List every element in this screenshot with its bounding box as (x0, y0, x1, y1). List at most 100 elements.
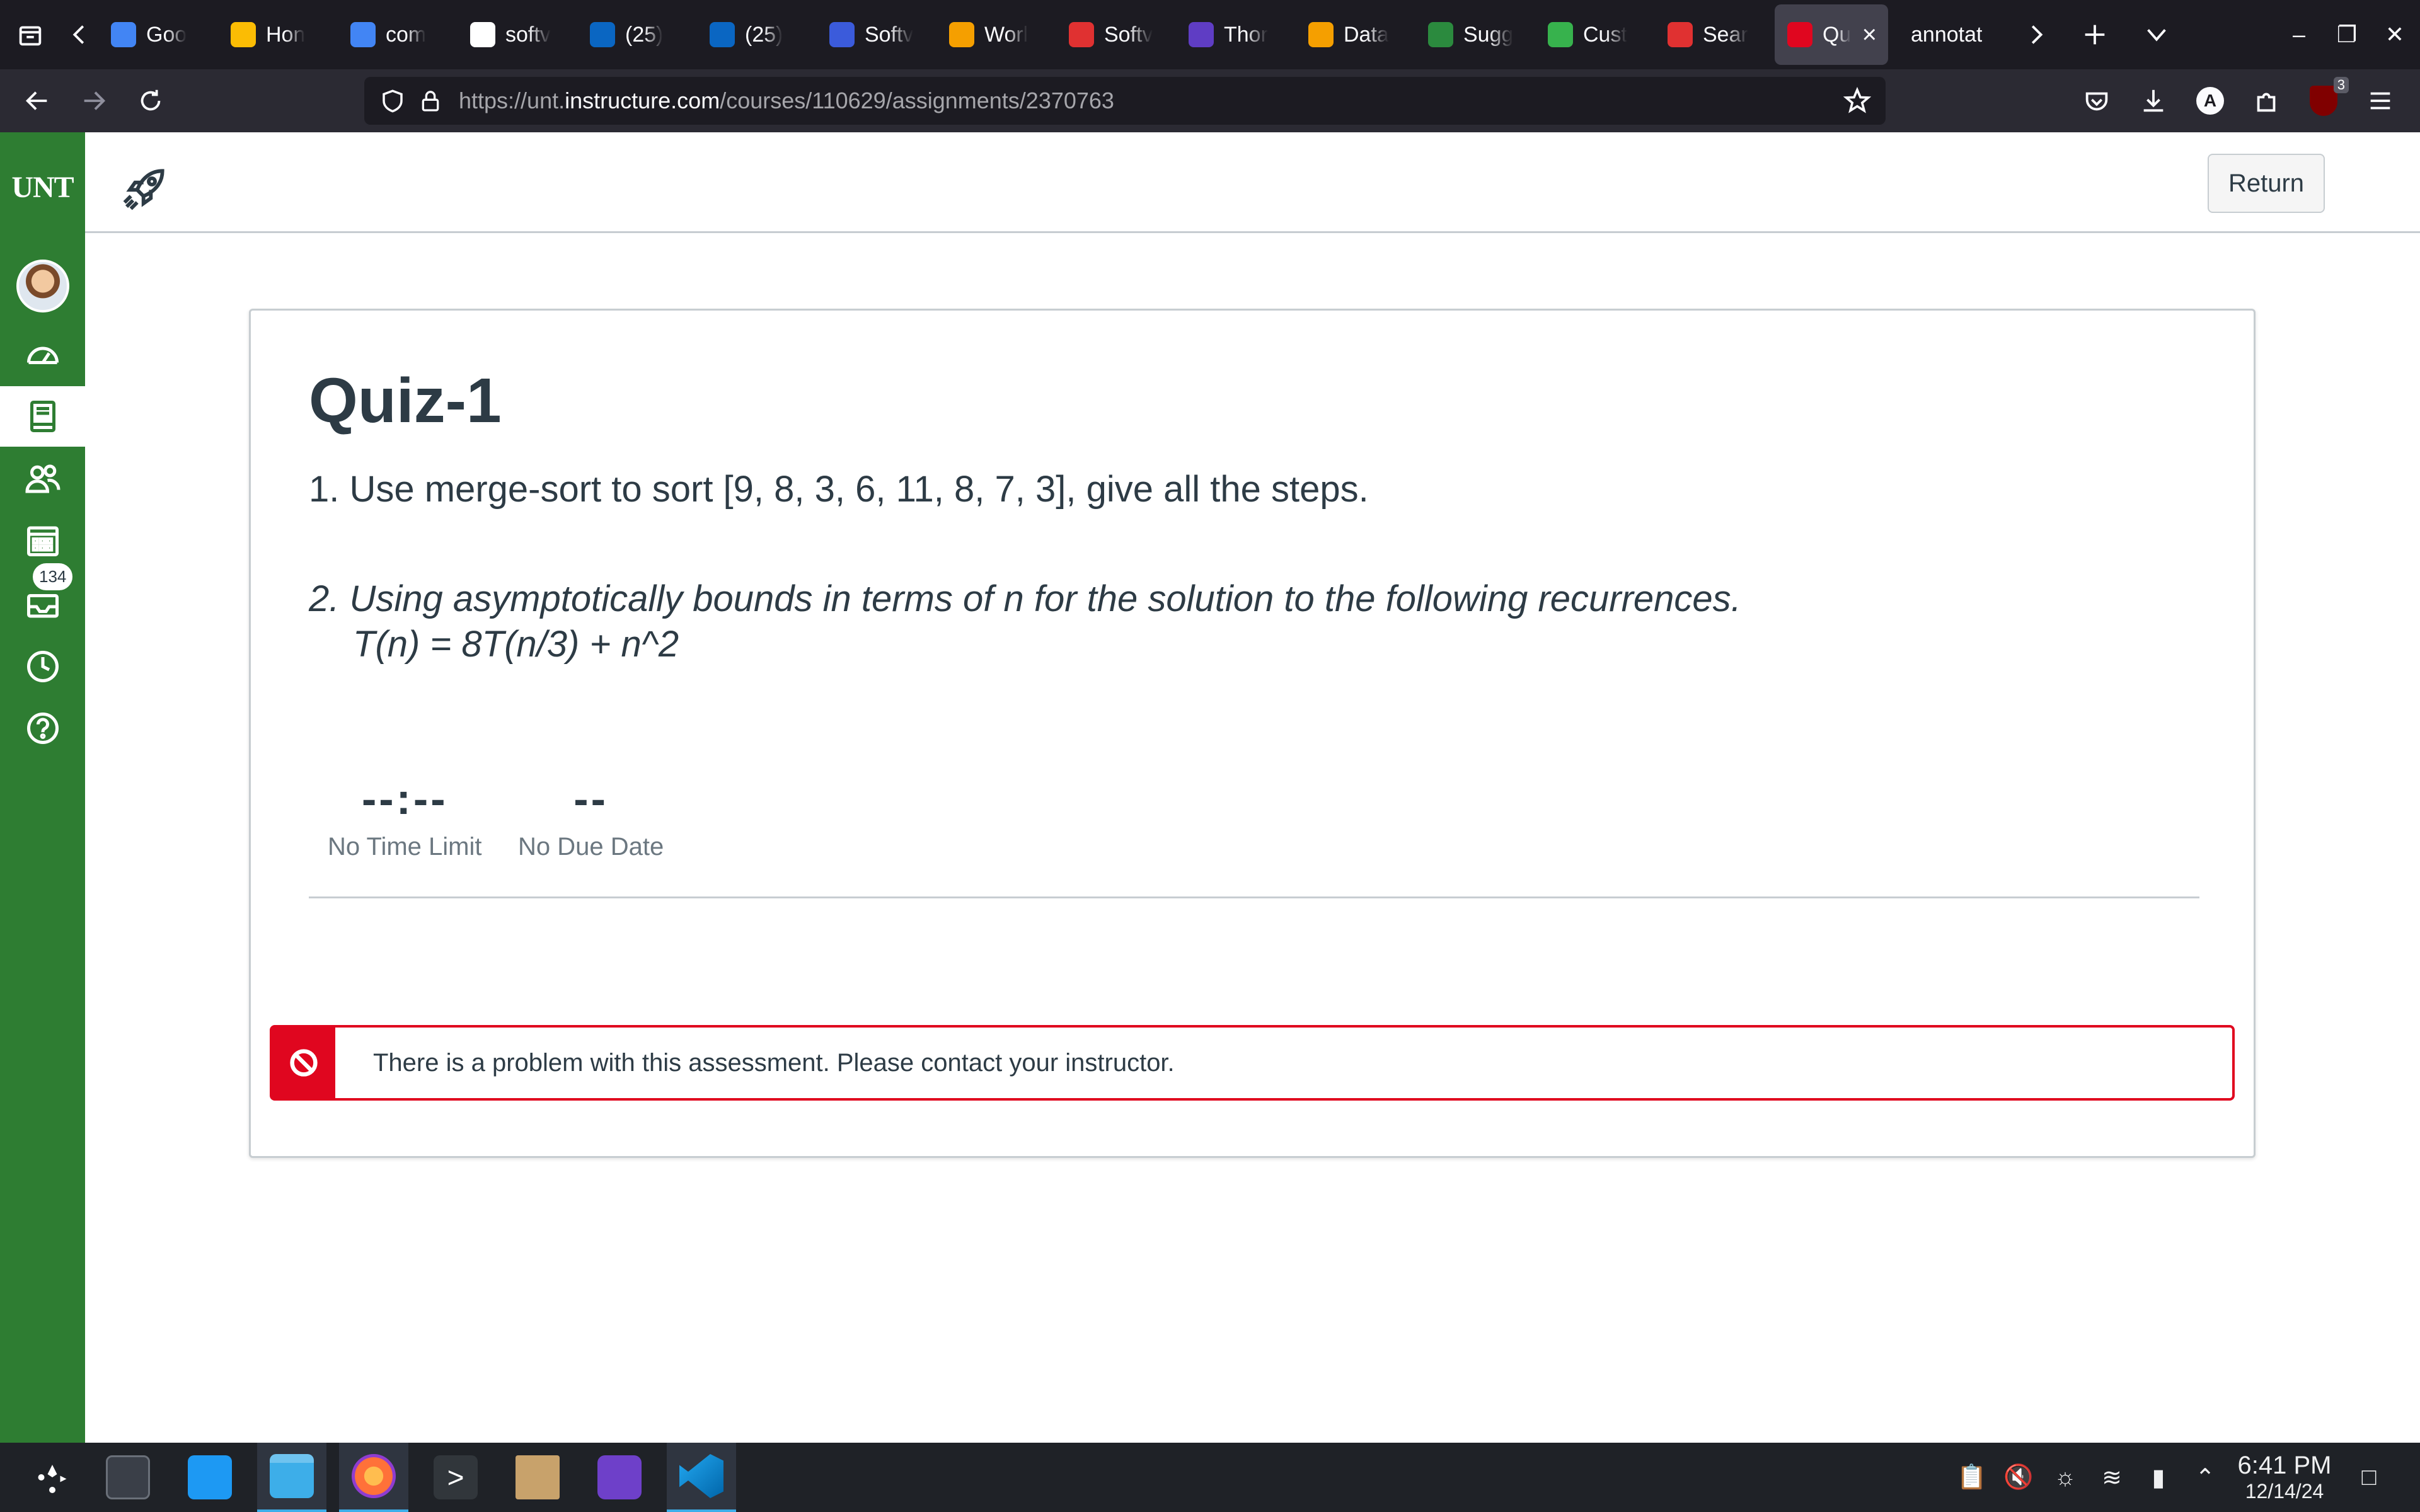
menu-icon[interactable] (2352, 69, 2409, 132)
extension-badge: 3 (2333, 77, 2349, 93)
alert-message: There is a problem with this assessment.… (373, 1048, 1175, 1077)
terminal-icon[interactable]: > (421, 1443, 490, 1512)
tab-label: com (386, 22, 427, 47)
tab[interactable]: Thor (1176, 4, 1296, 65)
tab[interactable]: (25) (577, 4, 697, 65)
clock-icon (26, 651, 59, 682)
linkedin-icon (710, 22, 735, 47)
drive-icon (231, 22, 256, 47)
tab[interactable]: Hon (218, 4, 338, 65)
url-text[interactable]: https://unt.instructure.com/courses/1106… (459, 88, 1114, 114)
tabs-scroll-right-icon[interactable] (2008, 0, 2065, 69)
close-tab-icon[interactable]: × (1862, 21, 1877, 49)
pocket-icon[interactable] (2068, 69, 2125, 132)
account-icon[interactable]: A (2182, 69, 2238, 132)
shield-icon[interactable] (371, 77, 415, 125)
list-all-tabs-icon[interactable] (2125, 0, 2188, 69)
linkedin-icon (590, 22, 615, 47)
lock-icon[interactable] (415, 77, 446, 125)
groups-icon (25, 464, 60, 493)
return-button[interactable]: Return (2208, 154, 2325, 213)
tab-list-icon[interactable] (0, 0, 60, 69)
show-desktop-icon[interactable]: □ (2347, 1443, 2391, 1512)
tab-label: softv (505, 22, 551, 47)
nav-help[interactable] (0, 698, 85, 759)
tab[interactable]: Softv (817, 4, 936, 65)
browser-tab-bar: Goo Hon com softv (25) (25) Softv Worl Softv Thor… (0, 0, 2420, 69)
minimize-icon[interactable]: – (2275, 0, 2323, 69)
globe-icon (829, 22, 855, 47)
ublock-icon[interactable]: 3 (2295, 69, 2352, 132)
tab[interactable]: Sear (1655, 4, 1775, 65)
taskbar: > 📋 🔇 ☼ ≋ ▮ ⌃ 6:41 PM 12/14/24 □ (0, 1443, 2420, 1512)
app-launcher-icon[interactable] (18, 1443, 87, 1512)
forward-icon[interactable] (66, 69, 122, 132)
tab-label: Data (1344, 22, 1389, 47)
back-icon[interactable] (9, 69, 66, 132)
tab-label: (25) (625, 22, 664, 47)
tab[interactable]: annotat (1888, 4, 2008, 65)
clipboard-icon[interactable]: 📋 (1950, 1443, 1994, 1512)
battery-icon[interactable]: ▮ (2136, 1443, 2181, 1512)
nav-inbox[interactable]: 134 (0, 562, 85, 634)
tray-expand-icon[interactable]: ⌃ (2183, 1443, 2227, 1512)
star-icon (1548, 22, 1573, 47)
tab[interactable]: Sugg (1415, 4, 1535, 65)
search-brand-icon (1668, 22, 1693, 47)
tab[interactable]: softv (458, 4, 577, 65)
w-icon (1308, 22, 1334, 47)
nav-dashboard[interactable] (0, 324, 85, 385)
nav-history[interactable] (0, 636, 85, 697)
system-settings-icon[interactable] (93, 1443, 163, 1512)
app-header: Return (85, 132, 2420, 233)
brightness-icon[interactable]: ☼ (2043, 1443, 2087, 1512)
due-date-info: -- No Due Date (518, 774, 664, 861)
tab[interactable]: (25) (697, 4, 817, 65)
url-path: /courses/110629/assignments/2370763 (720, 88, 1114, 113)
address-bar[interactable]: https://unt.instructure.com/courses/1106… (364, 77, 1886, 125)
close-window-icon[interactable]: ✕ (2371, 0, 2419, 69)
tab[interactable]: Worl (936, 4, 1056, 65)
clock-date: 12/14/24 (2245, 1480, 2324, 1503)
tab[interactable]: Goo (98, 4, 218, 65)
clock-time: 6:41 PM (2237, 1452, 2332, 1479)
file-manager-icon[interactable] (257, 1443, 326, 1512)
nav-account[interactable] (0, 256, 85, 316)
restore-icon[interactable]: ❐ (2323, 0, 2371, 69)
tab[interactable]: Softv (1056, 4, 1176, 65)
question-1: 1. Use merge-sort to sort [9, 8, 3, 6, 1… (309, 469, 1369, 510)
time-limit-label: No Time Limit (328, 833, 482, 861)
extensions-icon[interactable] (2238, 69, 2295, 132)
discover-icon[interactable] (175, 1443, 245, 1512)
question-2: 2. Using asymptotically bounds in terms … (309, 578, 1741, 619)
jobs-icon (1189, 22, 1214, 47)
tab-active[interactable]: Qu × (1775, 4, 1888, 65)
tab-label: Sear (1703, 22, 1748, 47)
rocket-icon[interactable] (120, 163, 171, 213)
clock[interactable]: 6:41 PM 12/14/24 (2231, 1452, 2338, 1503)
vscode-icon[interactable] (667, 1443, 736, 1512)
due-date-value: -- (573, 774, 608, 823)
tabs-scroll-left-icon[interactable] (60, 0, 98, 69)
tab-label: Hon (266, 22, 306, 47)
new-tab-icon[interactable] (2065, 0, 2125, 69)
firefox-icon[interactable] (339, 1443, 408, 1512)
bookmark-star-icon[interactable] (1835, 77, 1879, 125)
tab[interactable]: com (338, 4, 458, 65)
volume-muted-icon[interactable]: 🔇 (1997, 1443, 2041, 1512)
tab[interactable]: Cust (1535, 4, 1655, 65)
reload-icon[interactable] (122, 69, 179, 132)
nav-courses[interactable] (0, 386, 85, 447)
wifi-icon[interactable]: ≋ (2090, 1443, 2134, 1512)
prohibited-icon (272, 1028, 335, 1098)
canvas-icon (1787, 22, 1812, 47)
nav-groups[interactable] (0, 449, 85, 509)
downloads-icon[interactable] (2125, 69, 2182, 132)
unt-logo[interactable]: UNT (0, 170, 85, 205)
tab-label: Thor (1224, 22, 1268, 47)
d-icon (1069, 22, 1094, 47)
tab-label: Worl (984, 22, 1028, 47)
github-desktop-icon[interactable] (585, 1443, 654, 1512)
package-icon[interactable] (503, 1443, 572, 1512)
tab[interactable]: Data (1296, 4, 1415, 65)
